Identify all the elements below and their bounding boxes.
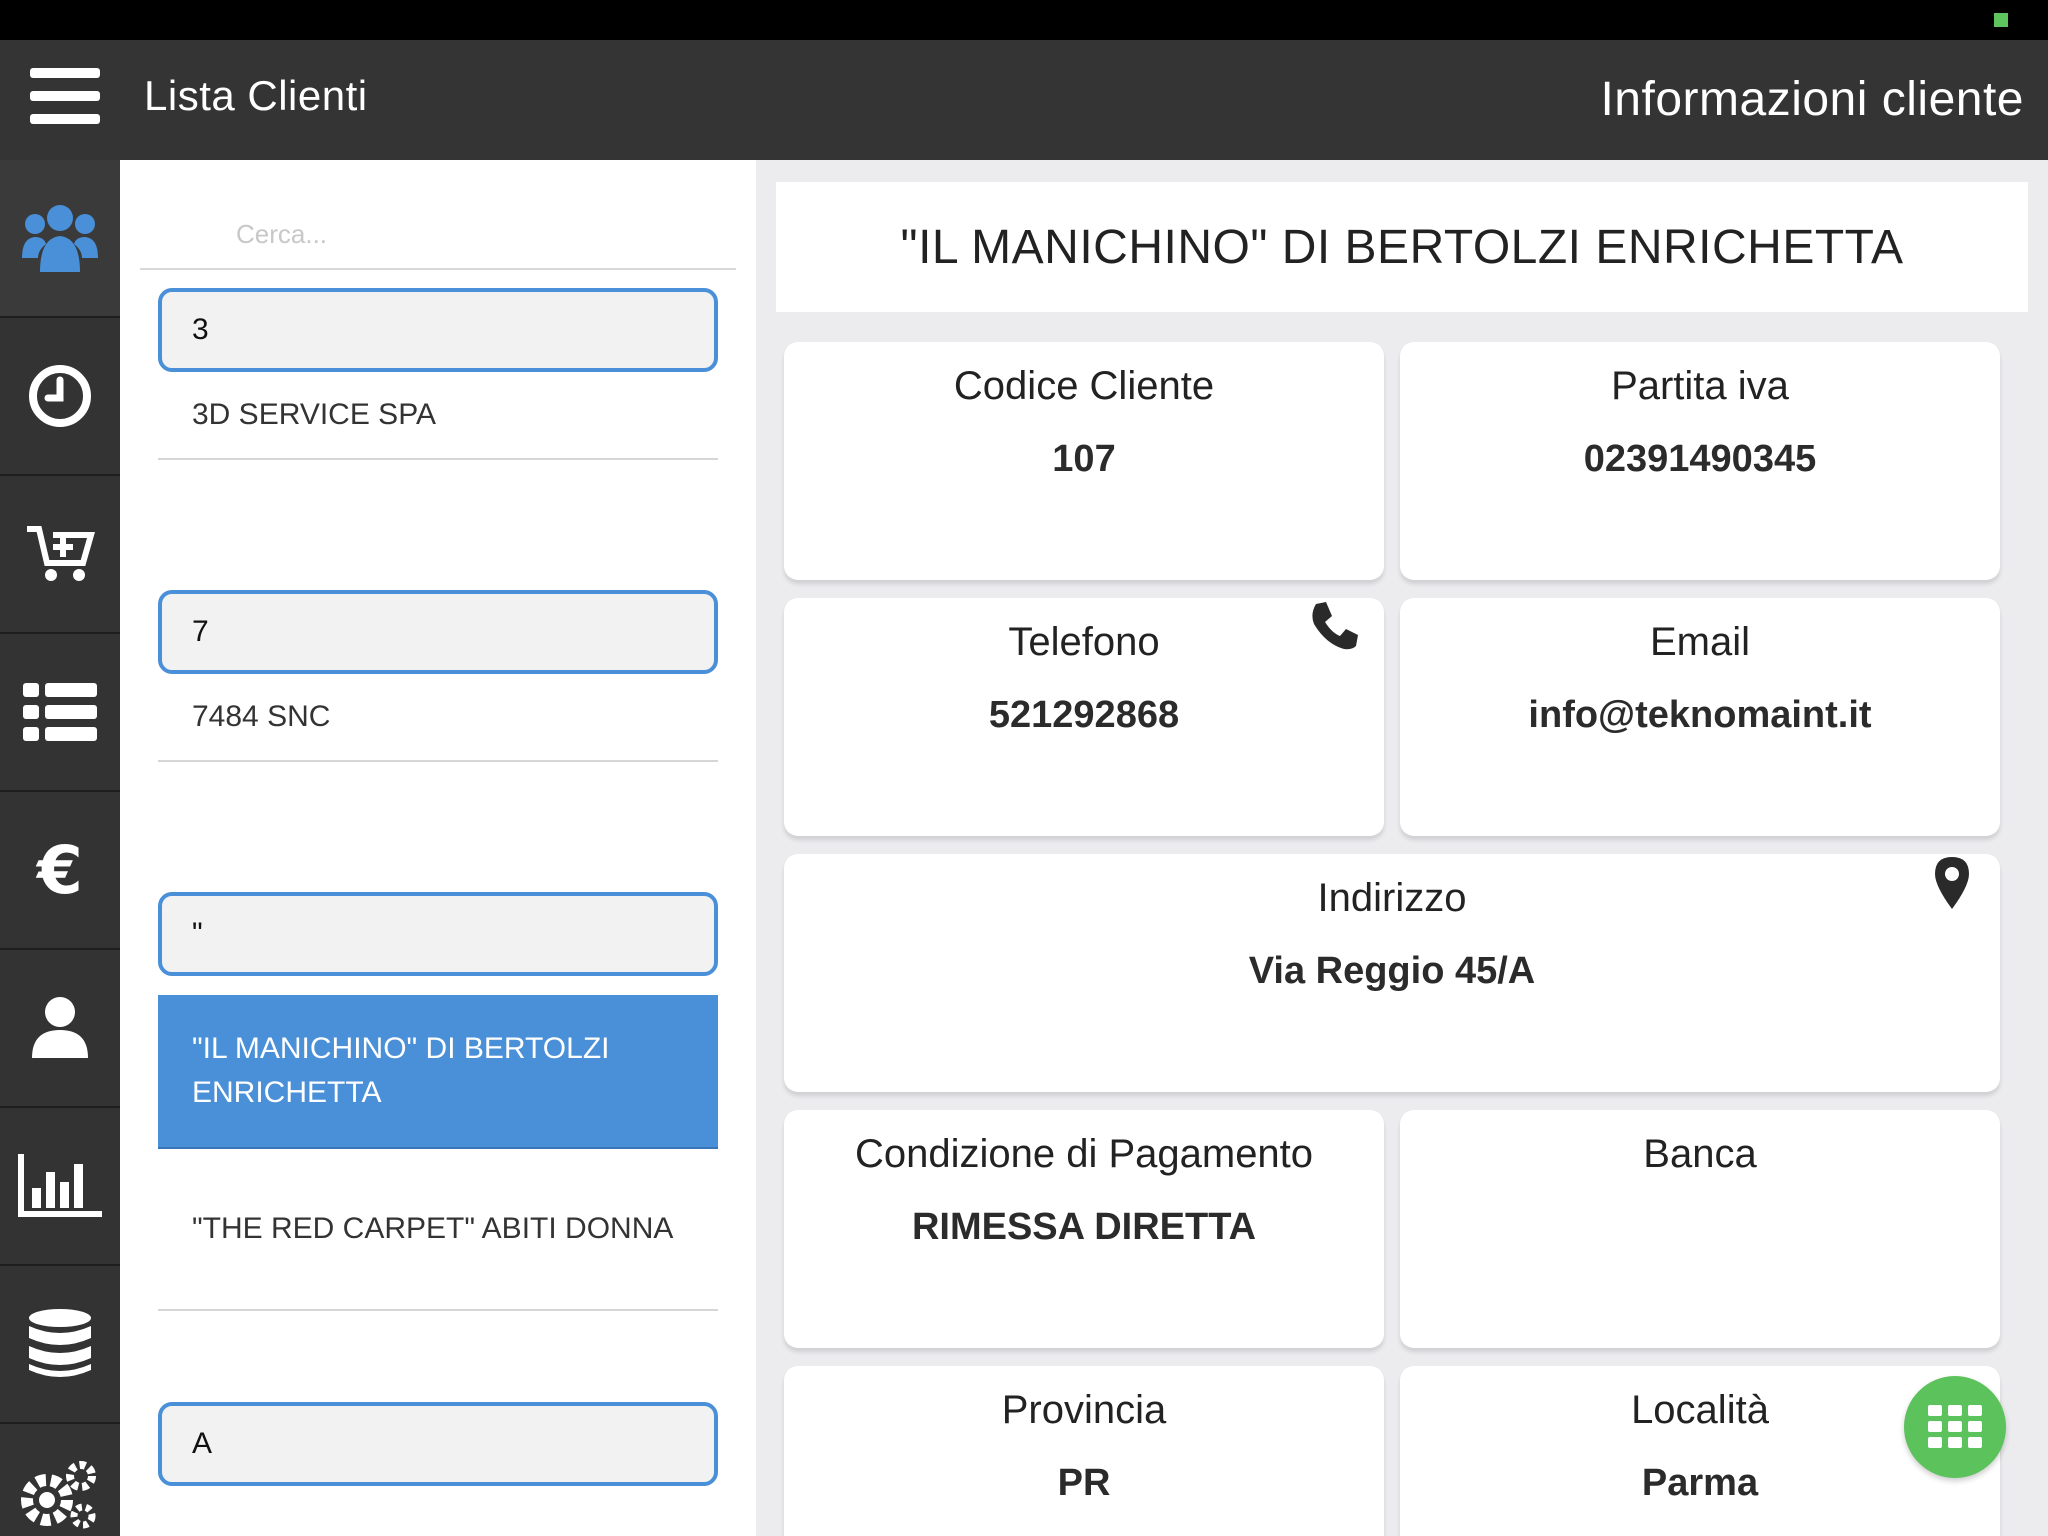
nav-clients[interactable]	[0, 160, 120, 318]
group-header: "	[158, 892, 718, 976]
codice-cliente-card: Codice Cliente 107	[784, 342, 1384, 580]
phone-icon[interactable]	[1308, 600, 1360, 652]
email-card[interactable]: Email info@teknomaint.it	[1400, 598, 2000, 836]
search-input[interactable]	[140, 200, 736, 270]
nav-database[interactable]	[0, 1266, 120, 1424]
indirizzo-label: Indirizzo	[1317, 876, 1467, 920]
provincia-label: Provincia	[1001, 1388, 1167, 1432]
pagamento-label: Condizione di Pagamento	[854, 1132, 1314, 1176]
localita-value: Parma	[1641, 1462, 1759, 1504]
list-item[interactable]: "THE RED CARPET" ABITI DONNA	[158, 1149, 718, 1311]
bar-chart-icon	[18, 1154, 102, 1217]
nav-statistics[interactable]	[0, 1108, 120, 1266]
nav-settings[interactable]	[0, 1424, 120, 1536]
euro-icon: €	[37, 831, 83, 909]
partita-iva-value: 02391490345	[1583, 438, 1817, 480]
group-header: 3	[158, 288, 718, 372]
gears-icon	[21, 1461, 96, 1529]
cart-add-icon	[27, 526, 95, 581]
telefono-value: 521292868	[988, 694, 1180, 736]
apps-grid-button[interactable]	[1904, 1376, 2006, 1478]
detail-title: Informazioni cliente	[1600, 73, 2024, 126]
list-icon	[23, 683, 97, 741]
status-bar	[0, 0, 2048, 40]
user-icon	[32, 997, 88, 1058]
battery-indicator	[1994, 13, 2008, 27]
banca-card: Banca	[1400, 1110, 2000, 1348]
indirizzo-card[interactable]: Indirizzo Via Reggio 45/A	[784, 854, 2000, 1092]
database-icon	[29, 1309, 91, 1377]
nav-history[interactable]	[0, 318, 120, 476]
nav-payments[interactable]: €	[0, 792, 120, 950]
group-header: A	[158, 1402, 718, 1486]
grid-icon	[1928, 1405, 1982, 1448]
hamburger-menu-icon[interactable]	[30, 68, 104, 128]
indirizzo-value: Via Reggio 45/A	[1248, 950, 1536, 992]
client-list-panel: 3 3D SERVICE SPA 7 7484 SNC " "IL MANICH…	[120, 160, 756, 1536]
list-item-selected[interactable]: "IL MANICHINO" DI BERTOLZI ENRICHETTA	[158, 995, 718, 1149]
map-pin-icon[interactable]	[1934, 856, 1970, 910]
codice-cliente-value: 107	[1052, 438, 1116, 480]
list-item[interactable]: 3D SERVICE SPA	[158, 372, 718, 460]
nav-new-order[interactable]	[0, 476, 120, 634]
side-navigation: €	[0, 160, 120, 1536]
clock-icon	[29, 365, 91, 427]
partita-iva-card: Partita iva 02391490345	[1400, 342, 2000, 580]
list-title: Lista Clienti	[144, 72, 368, 119]
banca-label: Banca	[1643, 1132, 1757, 1176]
telefono-label: Telefono	[1008, 620, 1160, 664]
nav-profile[interactable]	[0, 950, 120, 1108]
partita-iva-label: Partita iva	[1611, 364, 1789, 408]
provincia-value: PR	[1057, 1462, 1111, 1504]
telefono-card[interactable]: Telefono 521292868	[784, 598, 1384, 836]
pagamento-card: Condizione di Pagamento RIMESSA DIRETTA	[784, 1110, 1384, 1348]
client-detail-panel: "IL MANICHINO" DI BERTOLZI ENRICHETTA Co…	[756, 160, 2048, 1536]
list-item[interactable]: 7484 SNC	[158, 674, 718, 762]
client-name: "IL MANICHINO" DI BERTOLZI ENRICHETTA	[776, 182, 2028, 312]
email-label: Email	[1649, 620, 1751, 664]
group-header: 7	[158, 590, 718, 674]
pagamento-value: RIMESSA DIRETTA	[911, 1206, 1257, 1248]
top-bar: Lista Clienti Informazioni cliente	[0, 40, 2048, 160]
nav-list[interactable]	[0, 634, 120, 792]
users-icon	[22, 205, 98, 272]
provincia-card: Provincia PR	[784, 1366, 1384, 1536]
codice-cliente-label: Codice Cliente	[953, 364, 1215, 408]
email-value: info@teknomaint.it	[1528, 694, 1872, 736]
